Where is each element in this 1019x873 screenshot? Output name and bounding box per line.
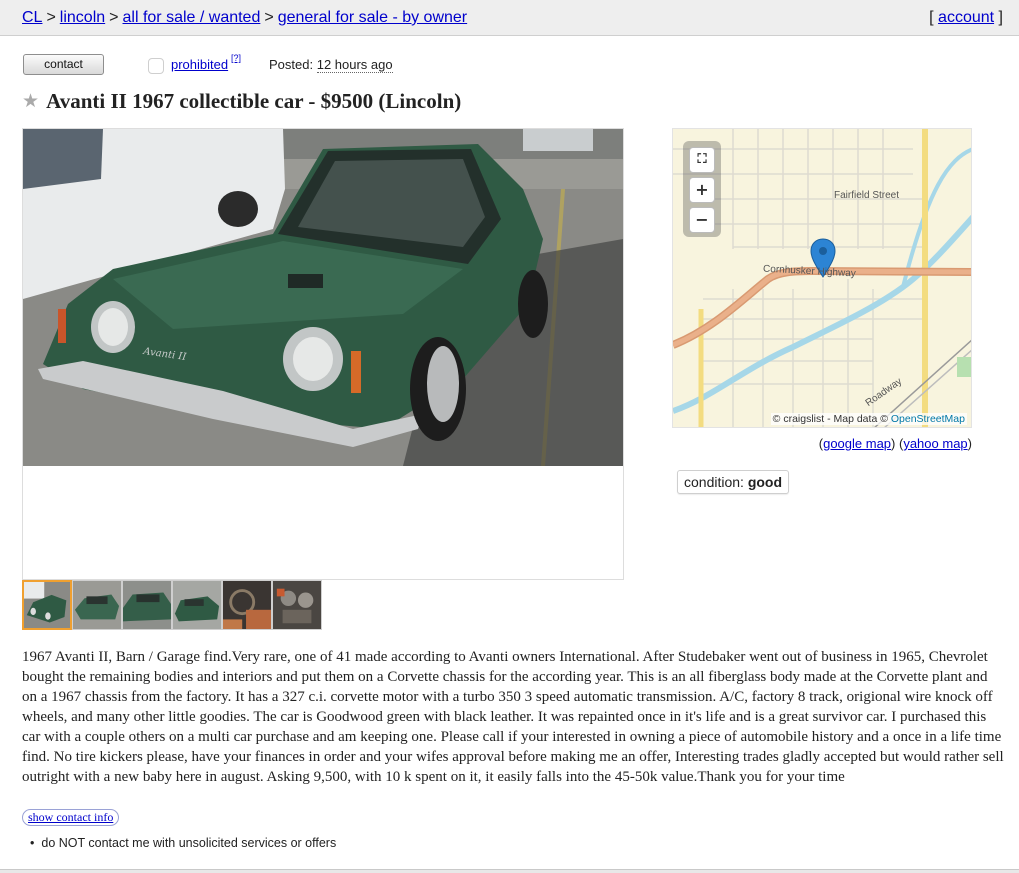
flag-prohibited-checkbox[interactable] xyxy=(148,58,164,74)
condition-attribute: condition: good xyxy=(677,470,790,494)
breadcrumb-for-sale[interactable]: all for sale / wanted xyxy=(123,9,261,26)
star-icon[interactable]: ★ xyxy=(22,90,39,112)
map-links-paren: ) xyxy=(967,436,972,451)
condition-value: good xyxy=(747,474,783,490)
breadcrumb-cl[interactable]: CL xyxy=(22,9,42,26)
posted-ago: 12 hours ago xyxy=(316,57,393,73)
thumbnail[interactable] xyxy=(222,580,272,630)
fullscreen-icon[interactable]: ⛶ xyxy=(689,147,715,173)
yahoo-map-link[interactable]: yahoo map xyxy=(903,436,967,451)
account-bracket-open: [ xyxy=(929,9,934,26)
flag-help-link[interactable]: [?] xyxy=(231,53,241,63)
breadcrumb-lincoln[interactable]: lincoln xyxy=(60,9,105,26)
openstreetmap-link[interactable]: OpenStreetMap xyxy=(891,413,965,425)
map-street-fairfield: Fairfield Street xyxy=(834,190,900,201)
show-contact-info-button[interactable]: show contact info xyxy=(22,809,120,826)
map-attribution-text: © craigslist - Map data © xyxy=(772,413,888,425)
breadcrumb-separator: > xyxy=(264,9,274,26)
account-bracket-close: ] xyxy=(998,9,1003,26)
posting-title: Avanti II 1967 collectible car - $9500 (… xyxy=(46,89,462,113)
breadcrumb-general-for-sale[interactable]: general for sale - by owner xyxy=(278,9,467,26)
image-gallery: Avanti II xyxy=(22,128,624,580)
location-map[interactable]: Fairfield Street Cornhusker Highway Road… xyxy=(672,128,972,428)
map-links-separator: ) ( xyxy=(891,436,904,451)
thumbnail[interactable] xyxy=(172,580,222,630)
notices-list: do NOT contact me with unsolicited servi… xyxy=(30,836,336,850)
breadcrumb-separator: > xyxy=(46,9,56,26)
footer-rule xyxy=(0,869,1019,873)
google-map-link[interactable]: google map xyxy=(823,436,891,451)
map-attribution: © craigslist - Map data © OpenStreetMap xyxy=(770,413,967,425)
posting-body: 1967 Avanti II, Barn / Garage find.Very … xyxy=(22,649,1004,785)
posting-title-row: ★ Avanti II 1967 collectible car - $9500… xyxy=(22,89,461,114)
thumbnail[interactable] xyxy=(122,580,172,630)
breadcrumb-separator: > xyxy=(109,9,119,26)
contact-button[interactable]: contact xyxy=(23,54,104,75)
main-car-photo[interactable]: Avanti II xyxy=(23,129,623,466)
account-link[interactable]: account xyxy=(938,9,994,26)
condition-label: condition: xyxy=(684,474,744,490)
posted-label: Posted: xyxy=(269,57,314,72)
zoom-in-button[interactable]: + xyxy=(689,177,715,203)
notice-item: do NOT contact me with unsolicited servi… xyxy=(30,836,336,850)
breadcrumb-bar: CL > lincoln > all for sale / wanted > general… xyxy=(0,0,1019,36)
zoom-out-button[interactable]: − xyxy=(689,207,715,233)
thumbnail[interactable] xyxy=(272,580,322,630)
map-controls: ⛶ + − xyxy=(683,141,721,237)
thumbnail[interactable] xyxy=(22,580,72,630)
posted-date: Posted: 12 hours ago xyxy=(269,57,393,73)
breadcrumb: CL > lincoln > all for sale / wanted > general… xyxy=(22,9,467,27)
map-links: (google map) (yahoo map) xyxy=(819,436,972,451)
account-area: [ account ] xyxy=(929,9,1003,27)
thumbnail[interactable] xyxy=(72,580,122,630)
prohibited-link[interactable]: prohibited xyxy=(171,57,228,72)
